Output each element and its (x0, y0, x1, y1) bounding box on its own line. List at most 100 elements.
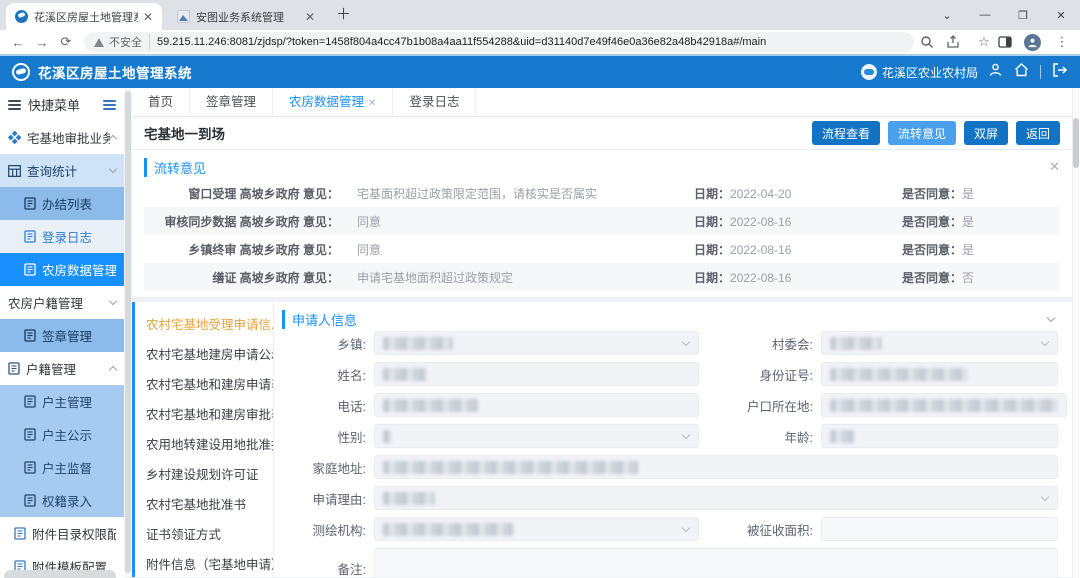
remark-textarea[interactable] (374, 548, 1058, 577)
date-label: 日期： (694, 187, 730, 201)
sidebar-item-householder-management[interactable]: 户主管理 (0, 385, 124, 418)
back-icon[interactable]: ← (6, 35, 30, 50)
home-icon[interactable] (1013, 62, 1030, 83)
profile-avatar[interactable] (1024, 34, 1048, 51)
sidebar-item-label: 登录日志 (42, 227, 92, 246)
opinion-step-label: 窗口受理 高坡乡政府 意见： (144, 185, 339, 202)
home-address-input[interactable] (374, 455, 1058, 479)
residence-input[interactable] (821, 393, 1067, 417)
flow-opinion-button[interactable]: 流转意见 (888, 121, 956, 145)
address-bar[interactable]: 不安全 59.215.11.246:8081/zjdsp/?token=1458… (84, 32, 914, 52)
sidebar-scrollbar[interactable] (124, 88, 132, 578)
sidebar-quick-menu[interactable]: 快捷菜单 (0, 88, 124, 121)
sidebar-item-attachment-permission[interactable]: 附件目录权限配置 (0, 517, 124, 550)
collapse-section-icon[interactable] (1047, 313, 1055, 321)
apply-reason-select[interactable] (374, 486, 1058, 510)
id-number-input[interactable] (821, 362, 1058, 386)
dual-screen-button[interactable]: 双屏 (964, 121, 1008, 145)
name-label: 姓名: (282, 365, 374, 384)
document-icon (24, 395, 36, 408)
browser-tab-active[interactable]: 花溪区房屋土地管理系统 ✕ (6, 3, 162, 30)
sidebar-item-householder-supervision[interactable]: 户主监督 (0, 451, 124, 484)
village-select[interactable] (821, 331, 1058, 355)
doc-nav-item-build-publicity[interactable]: 农村宅基地建房申请公示 (135, 340, 273, 370)
redacted-value (383, 523, 513, 536)
back-button[interactable]: 返回 (1016, 121, 1060, 145)
tab-close-icon[interactable]: ✕ (368, 98, 376, 109)
sidebar-item-signature-management[interactable]: 签章管理 (0, 319, 124, 352)
doc-nav-item-attachment-info[interactable]: 附件信息（宅基地申请） (135, 550, 273, 577)
sidebar-group-rural-household[interactable]: 农房户籍管理 (0, 286, 124, 319)
tab-close-icon[interactable]: ✕ (143, 10, 153, 24)
new-tab-button[interactable]: ＋ (336, 3, 351, 24)
zoom-icon[interactable] (920, 35, 944, 49)
chevron-down-icon (109, 297, 117, 305)
sidebar-item-householder-publicity[interactable]: 户主公示 (0, 418, 124, 451)
browser-menu-icon[interactable]: ⋮ (1050, 34, 1074, 50)
town-label: 乡镇: (282, 334, 374, 353)
sidebar-group-homestead-approval[interactable]: 宅基地审批业务 (0, 121, 124, 154)
url-text[interactable]: 59.215.11.246:8081/zjdsp/?token=1458f804… (157, 36, 766, 48)
sidebar-group-household-registration[interactable]: 户籍管理 (0, 352, 124, 385)
town-select[interactable] (374, 331, 699, 355)
tab-signature-management[interactable]: 签章管理 (190, 88, 273, 116)
diamonds-icon (8, 131, 21, 144)
minimize-button[interactable]: — (966, 9, 1004, 21)
tab-login-log[interactable]: 登录日志 (393, 88, 476, 116)
survey-agency-select[interactable] (374, 517, 699, 541)
agree-value: 是 (962, 243, 974, 257)
name-input[interactable] (374, 362, 699, 386)
share-icon[interactable] (946, 35, 970, 49)
sidebar-item-rights-entry[interactable]: 权籍录入 (0, 484, 124, 517)
tab-search-icon[interactable]: ⌄ (928, 9, 966, 22)
forward-icon[interactable]: → (30, 35, 54, 50)
gender-label: 性别: (282, 427, 374, 446)
redacted-value (830, 337, 882, 350)
process-view-button[interactable]: 流程查看 (812, 121, 880, 145)
not-secure-label[interactable]: 不安全 (109, 34, 150, 50)
sidebar-item-query-statistics[interactable]: 查询统计 (0, 154, 124, 187)
scrollbar-thumb[interactable] (125, 91, 131, 573)
phone-input[interactable] (374, 393, 699, 417)
chevron-down-icon (1041, 492, 1049, 500)
doc-nav-item-planning-permit[interactable]: 乡村建设规划许可证 (135, 460, 273, 490)
logout-icon[interactable] (1051, 62, 1068, 83)
age-input[interactable] (821, 424, 1058, 448)
document-icon (24, 494, 36, 507)
content-scrollbar[interactable] (1072, 88, 1080, 578)
window-controls: ⌄ — ❐ ✕ (928, 0, 1080, 30)
gender-select[interactable] (374, 424, 699, 448)
scrollbar-thumb[interactable] (1073, 118, 1079, 168)
doc-nav-item-certificate-collection[interactable]: 证书领证方式 (135, 520, 273, 550)
app-title: 花溪区房屋土地管理系统 (38, 62, 192, 82)
doc-nav-item-land-conversion-report[interactable]: 农用地转建设用地批准报告 (135, 430, 273, 460)
doc-nav-item-application-form[interactable]: 农村宅基地和建房申请表 (135, 370, 273, 400)
sidebar-item-completed-list[interactable]: 办结列表 (0, 187, 124, 220)
doc-nav-item-approval-form[interactable]: 农村宅基地和建房审批表 (135, 400, 273, 430)
sidebar-item-login-log[interactable]: 登录日志 (0, 220, 124, 253)
collapse-menu-icon[interactable] (103, 98, 116, 112)
side-panel-icon[interactable] (998, 35, 1022, 49)
doc-nav-item-acceptance-info[interactable]: 农村宅基地受理申请信息 (135, 310, 273, 340)
chevron-up-icon (109, 366, 117, 374)
restore-button[interactable]: ❐ (1004, 9, 1042, 22)
tab-home[interactable]: 首页 (132, 88, 190, 116)
document-icon (8, 362, 20, 375)
refresh-icon[interactable]: ⟳ (54, 34, 78, 50)
opinion-row: 审核同步数据 高坡乡政府 意见： 同意 日期：2022-08-16 是否同意：是 (144, 207, 1060, 235)
sidebar-item-rural-house-data[interactable]: 农房数据管理 (0, 253, 124, 286)
app-header: 花溪区房屋土地管理系统 花溪区农业农村局 (0, 56, 1080, 88)
page-title: 宅基地一到场 (144, 123, 225, 143)
sidebar: 快捷菜单 宅基地审批业务 查询统计 办结列表 登录日志 农房数据管理 农房户籍管… (0, 88, 124, 578)
current-org[interactable]: 花溪区农业农村局 (861, 64, 978, 81)
bookmark-star-icon[interactable]: ☆ (972, 34, 996, 50)
browser-navbar: ← → ⟳ 不安全 59.215.11.246:8081/zjdsp/?toke… (0, 30, 1080, 56)
close-button[interactable]: ✕ (1042, 9, 1080, 22)
expropriated-area-input[interactable] (821, 517, 1058, 541)
tab-close-icon[interactable]: ✕ (305, 10, 315, 24)
browser-tab-secondary[interactable]: 安图业务系统管理 ✕ (168, 3, 324, 30)
tab-rural-house-data[interactable]: 农房数据管理✕ (273, 88, 393, 116)
close-icon[interactable]: ✕ (1049, 159, 1060, 175)
user-icon[interactable] (988, 62, 1003, 82)
doc-nav-item-approval-certificate[interactable]: 农村宅基地批准书 (135, 490, 273, 520)
